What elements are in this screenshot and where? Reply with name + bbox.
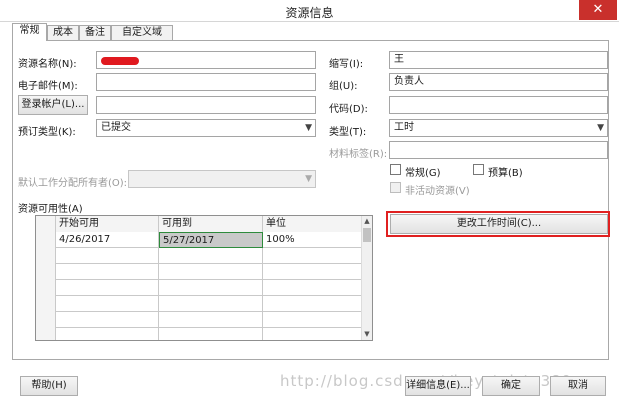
availability-table: 开始可用 可用到 单位 4/26/2017 5/27/2017 100% ▲ ▼: [35, 215, 373, 341]
table-cell[interactable]: [56, 280, 159, 296]
title-bar: 资源信息 ✕: [0, 0, 619, 22]
table-cell[interactable]: [56, 328, 159, 340]
ok-button[interactable]: 确定: [482, 376, 540, 396]
row-header[interactable]: [36, 312, 56, 328]
availability-label: 资源可用性(A): [18, 204, 83, 215]
table-row[interactable]: [36, 280, 363, 296]
table-cell[interactable]: [56, 296, 159, 312]
table-cell-selected[interactable]: 5/27/2017: [159, 232, 263, 248]
window-title: 资源信息: [285, 6, 334, 20]
table-cell[interactable]: [263, 280, 363, 296]
chevron-down-icon: ▼: [305, 123, 312, 133]
table-cell[interactable]: [263, 296, 363, 312]
chevron-down-icon: ▼: [305, 174, 312, 184]
initials-label: 缩写(I):: [329, 59, 364, 70]
email-field[interactable]: [96, 73, 316, 91]
code-field[interactable]: [389, 96, 608, 114]
row-header[interactable]: [36, 296, 56, 312]
table-cell[interactable]: [159, 264, 263, 280]
table-cell[interactable]: [56, 312, 159, 328]
row-header[interactable]: [36, 232, 56, 248]
row-header[interactable]: [36, 264, 56, 280]
group-label: 组(U):: [329, 81, 358, 92]
inactive-resource-checkbox: [390, 182, 401, 193]
chevron-down-icon: ▼: [597, 123, 604, 133]
booking-type-label: 预订类型(K):: [18, 127, 76, 138]
type-select[interactable]: 工时 ▼: [389, 119, 608, 137]
row-header[interactable]: [36, 280, 56, 296]
table-cell[interactable]: [159, 296, 263, 312]
column-header: 单位: [263, 216, 363, 232]
highlight-annotation: [386, 211, 610, 237]
tab-cost[interactable]: 成本: [47, 25, 79, 40]
scroll-thumb[interactable]: [363, 228, 371, 242]
login-account-button[interactable]: 登录帐户(L)...: [18, 95, 88, 115]
table-row[interactable]: [36, 264, 363, 280]
table-cell[interactable]: [263, 328, 363, 340]
email-label: 电子邮件(M):: [18, 81, 78, 92]
material-field[interactable]: [389, 141, 608, 159]
table-row[interactable]: [36, 296, 363, 312]
table-cell[interactable]: 4/26/2017: [56, 232, 159, 248]
redaction-mark: [101, 57, 139, 65]
scroll-up-icon[interactable]: ▲: [362, 216, 372, 227]
default-owner-label: 默认工作分配所有者(O):: [18, 178, 128, 189]
column-header: 开始可用: [56, 216, 159, 232]
tab-general[interactable]: 常规: [12, 23, 47, 41]
details-button[interactable]: 详细信息(E)...: [405, 376, 471, 396]
corner-cell: [36, 216, 56, 232]
table-header: 开始可用 可用到 单位: [36, 216, 363, 232]
table-row[interactable]: [36, 312, 363, 328]
table-row[interactable]: [36, 328, 363, 340]
scroll-down-icon[interactable]: ▼: [362, 329, 372, 340]
table-cell[interactable]: [159, 312, 263, 328]
table-cell[interactable]: [56, 264, 159, 280]
booking-type-value: 已提交: [101, 122, 131, 133]
generic-label: 常规(G): [405, 168, 441, 179]
table-row[interactable]: 4/26/2017 5/27/2017 100%: [36, 232, 363, 248]
table-cell[interactable]: [263, 248, 363, 264]
tab-custom-fields[interactable]: 自定义域: [111, 25, 173, 40]
table-cell[interactable]: [56, 248, 159, 264]
tab-notes[interactable]: 备注: [79, 25, 111, 40]
cancel-button[interactable]: 取消: [550, 376, 606, 396]
table-cell[interactable]: [263, 264, 363, 280]
inactive-resource-label: 非活动资源(V): [405, 186, 470, 197]
group-field[interactable]: 负责人: [389, 73, 608, 91]
initials-field[interactable]: 王: [389, 51, 608, 69]
close-button[interactable]: ✕: [579, 0, 617, 20]
budget-label: 预算(B): [488, 168, 523, 179]
table-cell[interactable]: [263, 312, 363, 328]
generic-checkbox[interactable]: [390, 164, 401, 175]
table-scrollbar[interactable]: ▲ ▼: [361, 216, 372, 340]
table-cell[interactable]: 100%: [263, 232, 363, 248]
column-header: 可用到: [159, 216, 263, 232]
code-label: 代码(D):: [329, 104, 368, 115]
table-cell[interactable]: [159, 328, 263, 340]
table-cell[interactable]: [159, 280, 263, 296]
help-button[interactable]: 帮助(H): [20, 376, 78, 396]
budget-checkbox[interactable]: [473, 164, 484, 175]
login-account-label: 登录帐户(L)...: [21, 99, 85, 110]
table-cell[interactable]: [159, 248, 263, 264]
booking-type-select[interactable]: 已提交 ▼: [96, 119, 316, 137]
login-account-field[interactable]: [96, 96, 316, 114]
row-header[interactable]: [36, 328, 56, 340]
row-header[interactable]: [36, 248, 56, 264]
default-owner-select: ▼: [128, 170, 316, 188]
table-row[interactable]: [36, 248, 363, 264]
type-value: 工时: [394, 122, 414, 133]
material-label: 材料标签(R):: [329, 149, 388, 160]
name-label: 资源名称(N):: [18, 59, 77, 70]
type-label: 类型(T):: [329, 127, 367, 138]
